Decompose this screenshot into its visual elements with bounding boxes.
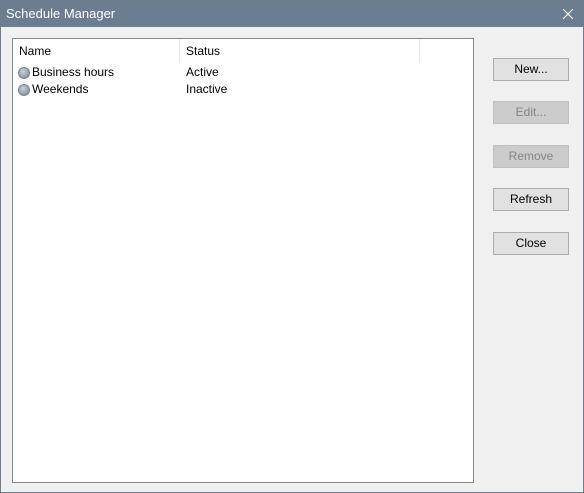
close-window-button[interactable] <box>553 1 583 27</box>
list-item-name-cell: Business hours <box>18 64 178 81</box>
schedule-icon <box>18 66 30 79</box>
list-item[interactable]: Business hours Active <box>13 64 473 81</box>
list-item[interactable]: Weekends Inactive <box>13 81 473 98</box>
schedule-icon <box>18 83 30 96</box>
list-header: Name Status <box>13 39 473 63</box>
column-header-status[interactable]: Status <box>180 39 420 63</box>
schedule-status: Inactive <box>186 82 228 96</box>
close-button[interactable]: Close <box>493 232 569 255</box>
remove-button[interactable]: Remove <box>493 145 569 168</box>
close-icon <box>562 8 574 20</box>
schedule-manager-dialog: Schedule Manager Name Status Business ho… <box>0 0 584 493</box>
schedule-name: Business hours <box>32 65 115 79</box>
new-button[interactable]: New... <box>493 58 569 81</box>
title-bar[interactable]: Schedule Manager <box>1 1 583 27</box>
window-title: Schedule Manager <box>6 6 116 21</box>
schedule-list[interactable]: Name Status Business hours Active Weeken… <box>12 38 474 483</box>
refresh-button[interactable]: Refresh <box>493 188 569 211</box>
list-item-name-cell: Weekends <box>18 81 178 98</box>
schedule-name: Weekends <box>32 82 89 96</box>
column-header-name[interactable]: Name <box>13 39 180 63</box>
edit-button[interactable]: Edit... <box>493 101 569 124</box>
schedule-status: Active <box>186 65 219 79</box>
